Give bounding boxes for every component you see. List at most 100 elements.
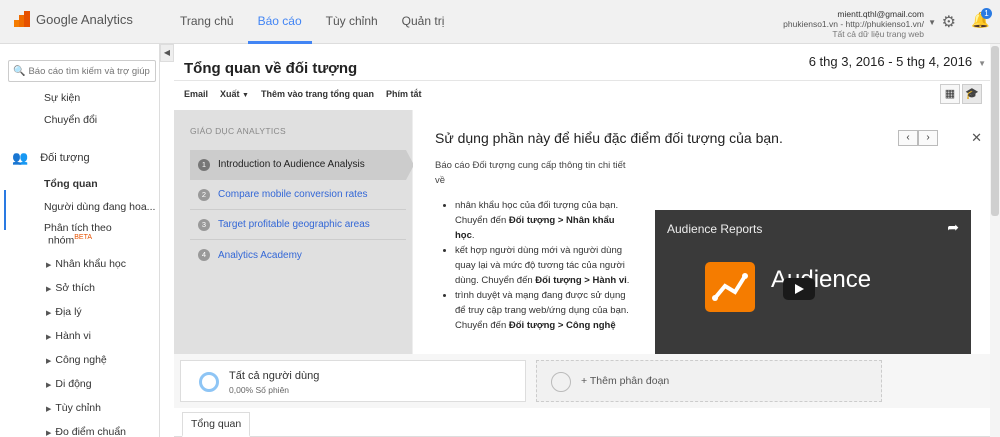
- segment-card[interactable]: Tất cả người dùng 0,00% Số phiên: [180, 360, 526, 402]
- top-bar: Google Analytics Trang chủ Báo cáo Tùy c…: [0, 0, 1000, 44]
- add-segment-label: + Thêm phân đoạn: [581, 375, 670, 387]
- lesson-item[interactable]: 2 Compare mobile conversion rates: [190, 180, 406, 210]
- export-button[interactable]: Xuất ▼: [220, 89, 249, 99]
- lesson-number: 3: [198, 218, 210, 231]
- main-content: Tổng quan về đối tượng 6 thg 3, 2016 - 5…: [174, 44, 1000, 437]
- lesson-heading: Sử dụng phần này để hiểu đặc điểm đối tư…: [435, 130, 783, 146]
- account-email: mientt.qthl@gmail.com: [837, 9, 924, 19]
- sidebar-item-events[interactable]: Sự kiện: [44, 92, 80, 104]
- caret-down-icon: ▼: [978, 59, 986, 68]
- sidebar-item-label: Phân tích theo: [44, 222, 112, 234]
- segment-bar: Tất cả người dùng 0,00% Số phiên + Thêm …: [174, 354, 1000, 408]
- nav-home[interactable]: Trang chủ: [170, 0, 244, 44]
- sidebar-item-behavior[interactable]: ▶ Hành vi: [46, 330, 91, 342]
- play-icon[interactable]: [783, 278, 815, 300]
- tab-overview[interactable]: Tổng quan: [182, 412, 251, 437]
- sidebar-item-conversions[interactable]: Chuyển đổi: [44, 114, 97, 126]
- sidebar-item-label-line2: nhómBETA: [48, 234, 93, 247]
- add-to-dashboard-button[interactable]: Thêm vào trang tổng quan: [261, 89, 374, 99]
- shortcut-button[interactable]: Phím tắt: [386, 89, 422, 99]
- sidebar-item-technology[interactable]: ▶ Công nghệ: [46, 354, 107, 366]
- caret-down-icon: ▼: [928, 18, 936, 27]
- sidebar-item-demographics[interactable]: ▶ Nhân khẩu học: [46, 258, 126, 270]
- scrollbar[interactable]: [990, 44, 1000, 437]
- nav-customization[interactable]: Tùy chỉnh: [316, 0, 388, 44]
- active-section-marker: [4, 190, 6, 230]
- collapse-sidebar-button[interactable]: ◀: [160, 44, 174, 62]
- report-tabs: Tổng quan: [174, 408, 1000, 437]
- lesson-label: Compare mobile conversion rates: [218, 189, 368, 200]
- lesson-number: 4: [198, 249, 210, 261]
- add-segment-button[interactable]: + Thêm phân đoạn: [536, 360, 882, 402]
- education-header: GIÁO DỤC ANALYTICS: [190, 126, 286, 136]
- triangle-right-icon: ▶: [46, 310, 52, 317]
- sidebar-item-mobile[interactable]: ▶ Di động: [46, 378, 92, 390]
- account-property: phukienso1.vn - http://phukienso1.vn/: [783, 19, 924, 29]
- triangle-right-icon: ▶: [46, 358, 52, 365]
- caret-down-icon: ▼: [242, 92, 249, 99]
- education-cap-icon[interactable]: 🎓: [962, 84, 982, 104]
- sidebar-item-active-users[interactable]: Người dùng đang hoa...: [44, 201, 155, 213]
- gear-icon[interactable]: ⚙: [942, 12, 956, 32]
- triangle-right-icon: ▶: [46, 262, 52, 269]
- beta-badge: BETA: [74, 234, 93, 241]
- list-item: trình duyệt và mạng đang được sử dụng để…: [455, 288, 635, 333]
- list-item: kết hợp người dùng mới và người dùng qua…: [455, 243, 635, 288]
- share-icon[interactable]: ➦: [947, 219, 959, 236]
- sidebar-item-geo[interactable]: ▶ Địa lý: [46, 306, 82, 318]
- email-button[interactable]: Email: [184, 89, 208, 99]
- search-input[interactable]: [28, 65, 155, 77]
- scrollbar-thumb[interactable]: [991, 46, 999, 216]
- lesson-label: Introduction to Audience Analysis: [218, 159, 365, 170]
- segment-share: 0,00% Số phiên: [229, 385, 290, 395]
- people-icon: 👥: [12, 150, 29, 165]
- sidebar-item-custom[interactable]: ▶ Tùy chỉnh: [46, 402, 101, 414]
- sidebar-item-benchmarking[interactable]: ▶ Đo điểm chuẩn: [46, 426, 126, 437]
- chevron-right-icon[interactable]: ›: [918, 130, 938, 146]
- report-path: Đối tượng > Công nghệ: [508, 320, 616, 331]
- lesson-label: Analytics Academy: [218, 249, 302, 261]
- account-selector[interactable]: mientt.qthl@gmail.com phukienso1.vn - ht…: [783, 9, 936, 39]
- analytics-logo-icon: [14, 11, 30, 27]
- nav-reports[interactable]: Báo cáo: [247, 0, 312, 44]
- analytics-education-panel: GIÁO DỤC ANALYTICS 1 Introduction to Aud…: [174, 110, 1000, 354]
- triangle-right-icon: ▶: [46, 334, 52, 341]
- triangle-right-icon: ▶: [46, 286, 52, 293]
- date-range-picker[interactable]: 6 thg 3, 2016 - 5 thg 4, 2016 ▼: [809, 54, 986, 69]
- lesson-label: Target profitable geographic areas: [218, 219, 370, 230]
- segment-ring-icon: [199, 372, 219, 392]
- report-path: Đối tượng > Hành vi: [535, 275, 627, 286]
- lesson-item[interactable]: 1 Introduction to Audience Analysis: [190, 150, 414, 180]
- sidebar-item-cohort[interactable]: Phân tích theo nhómBETA: [44, 222, 112, 247]
- lesson-bullets: nhân khẩu học của đối tượng của bạn. Chu…: [455, 198, 635, 333]
- search-icon: 🔍: [13, 65, 26, 77]
- app-logo[interactable]: Google Analytics: [14, 11, 133, 27]
- video-player[interactable]: Audience Reports ➦ Audience: [655, 210, 971, 354]
- lesson-number: 1: [198, 158, 210, 171]
- lesson-list: GIÁO DỤC ANALYTICS 1 Introduction to Aud…: [174, 110, 414, 354]
- main-nav: Trang chủ Báo cáo Tùy chỉnh Quản trị: [170, 0, 458, 44]
- sidebar-item-audience[interactable]: 👥 Đối tượng: [12, 150, 90, 166]
- qr-code-icon[interactable]: ▦: [940, 84, 960, 104]
- close-icon[interactable]: ✕: [971, 130, 982, 146]
- video-title: Audience Reports: [667, 222, 763, 236]
- sidebar-item-interests[interactable]: ▶ Sở thích: [46, 282, 95, 294]
- triangle-right-icon: ▶: [46, 406, 52, 413]
- triangle-right-icon: ▶: [46, 430, 52, 437]
- chevron-left-icon[interactable]: ‹: [898, 130, 918, 146]
- lesson-item[interactable]: 4 Analytics Academy: [190, 240, 406, 270]
- divider: [174, 80, 1000, 81]
- sidebar: 🔍 Sự kiện Chuyển đổi 👥 Đối tượng Tổng qu…: [0, 44, 160, 437]
- page-title: Tổng quan về đối tượng: [184, 60, 358, 77]
- date-range-label: 6 thg 3, 2016 - 5 thg 4, 2016: [808, 54, 973, 69]
- lesson-number: 2: [198, 188, 210, 201]
- lesson-content: Sử dụng phần này để hiểu đặc điểm đối tư…: [413, 110, 1000, 354]
- nav-admin[interactable]: Quản trị: [392, 0, 455, 44]
- sidebar-search[interactable]: 🔍: [8, 60, 156, 82]
- triangle-right-icon: ▶: [46, 382, 52, 389]
- sidebar-item-overview[interactable]: Tổng quan: [44, 178, 98, 190]
- app-name: Google Analytics: [36, 11, 133, 27]
- lesson-item[interactable]: 3 Target profitable geographic areas: [190, 210, 406, 240]
- segment-ring-icon: [551, 372, 571, 392]
- sidebar-item-label: Đối tượng: [40, 152, 90, 164]
